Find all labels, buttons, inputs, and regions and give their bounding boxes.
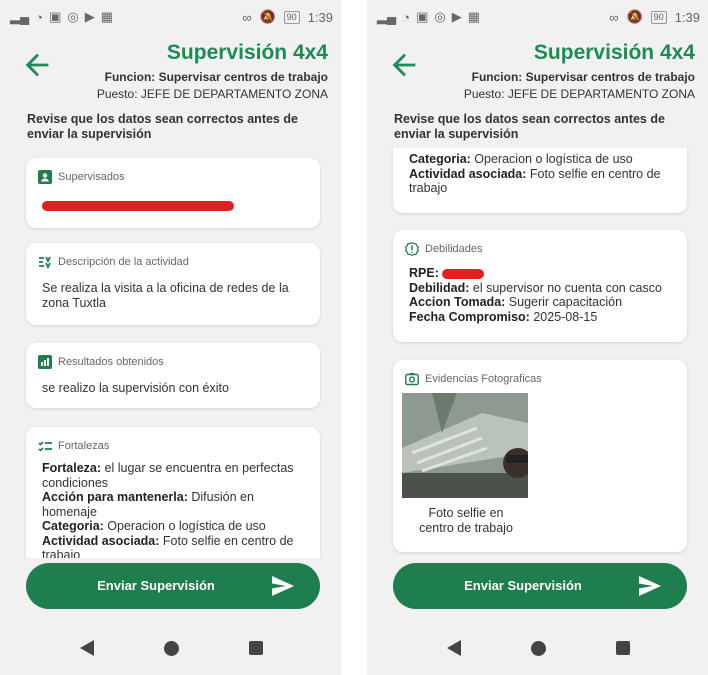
status-bar: ▂▄ ◔ ▣ ◎ ▶ ▦ ∞ 🔕 90 1:39 xyxy=(0,0,341,34)
grid-icon: ▦ xyxy=(100,9,114,24)
checklist-icon xyxy=(38,441,52,452)
battery-icon: 90 xyxy=(283,10,300,24)
redacted-name xyxy=(42,200,234,211)
nav-home-icon[interactable] xyxy=(164,641,179,656)
fortalezas-card: Categoria: Operacion o logística de uso … xyxy=(393,148,687,213)
fortalezas-text: Fortaleza: el lugar se encuentra en perf… xyxy=(42,461,294,558)
mute-icon: 🔕 xyxy=(259,9,276,24)
enviar-supervision-button[interactable]: Enviar Supervisión xyxy=(26,563,320,609)
puesto-label: Puesto: JEFE DE DEPARTAMENTO ZONA xyxy=(463,87,695,101)
selfie-photo-illustration xyxy=(402,393,528,498)
page-title: Supervisión 4x4 xyxy=(166,41,328,64)
back-arrow-icon[interactable] xyxy=(387,48,421,82)
wifi-icon: ◔ xyxy=(402,9,411,25)
phone-screen-right: ▂▄ ◔ ▣ ◎ ▶ ▦ ∞ 🔕 90 1:39 Supervisión 4x4… xyxy=(367,0,708,675)
enviar-supervision-button[interactable]: Enviar Supervisión xyxy=(393,563,687,609)
debilidades-label: Debilidades xyxy=(425,243,483,255)
image-icon: ▣ xyxy=(416,9,429,24)
send-icon xyxy=(272,576,294,596)
instruction-text: Revise que los datos sean correctos ante… xyxy=(394,112,665,141)
photo-caption: Foto selfie en centro de trabajo xyxy=(419,506,513,535)
badge-icon xyxy=(38,170,52,184)
resultados-card: Resultados obtenidos se realizo la super… xyxy=(26,343,320,408)
page-title: Supervisión 4x4 xyxy=(533,41,695,64)
signal-icon: ▂▄ xyxy=(10,9,30,24)
android-nav-bar xyxy=(367,620,708,675)
supervisados-label: Supervisados xyxy=(58,171,125,183)
resultados-label: Resultados obtenidos xyxy=(58,356,164,368)
link-icon: ∞ xyxy=(242,9,252,25)
descripcion-card: Descripción de la actividad Se realiza l… xyxy=(26,243,320,325)
send-icon xyxy=(639,576,661,596)
status-bar: ▂▄ ◔ ▣ ◎ ▶ ▦ ∞ 🔕 90 1:39 xyxy=(367,0,708,34)
wifi-icon: ◔ xyxy=(35,9,44,25)
descripcion-text: Se realiza la visita a la oficina de red… xyxy=(42,281,289,310)
signal-icon: ▂▄ xyxy=(377,9,397,24)
debilidades-text: RPE: Debilidad: el supervisor no cuenta … xyxy=(409,266,662,324)
android-nav-bar xyxy=(0,620,341,675)
youtube-icon: ▶ xyxy=(84,9,95,24)
funcion-label: Funcion: Supervisar centros de trabajo xyxy=(471,70,695,84)
enviar-label: Enviar Supervisión xyxy=(464,578,582,593)
clock: 1:39 xyxy=(674,9,700,25)
back-arrow-icon[interactable] xyxy=(20,48,54,82)
link-icon: ∞ xyxy=(609,9,619,25)
review-scroll-area[interactable]: Supervisados Descripción de la actividad… xyxy=(0,148,341,558)
app-icon: ◎ xyxy=(67,9,79,24)
grid-icon: ▦ xyxy=(467,9,481,24)
mute-icon: 🔕 xyxy=(626,9,643,24)
fortalezas-label: Fortalezas xyxy=(58,440,110,452)
fortalezas-text-tail: Categoria: Operacion o logística de uso … xyxy=(409,152,661,195)
header: Supervisión 4x4 Funcion: Supervisar cent… xyxy=(367,34,708,104)
fortalezas-card: Fortalezas Fortaleza: el lugar se encuen… xyxy=(26,427,320,558)
evidence-photo[interactable] xyxy=(402,393,528,498)
nav-recents-icon[interactable] xyxy=(249,641,263,655)
evidencias-label: Evidencias Fotograficas xyxy=(425,373,542,385)
enviar-label: Enviar Supervisión xyxy=(97,578,215,593)
warning-badge-icon xyxy=(405,242,419,256)
battery-icon: 90 xyxy=(650,10,667,24)
supervisados-card: Supervisados xyxy=(26,158,320,228)
descripcion-label: Descripción de la actividad xyxy=(58,256,189,268)
nav-home-icon[interactable] xyxy=(531,641,546,656)
chart-icon xyxy=(38,355,52,369)
activity-icon xyxy=(39,256,51,269)
instruction-text: Revise que los datos sean correctos ante… xyxy=(27,112,298,141)
image-icon: ▣ xyxy=(49,9,62,24)
review-scroll-area[interactable]: Categoria: Operacion o logística de uso … xyxy=(367,148,708,558)
nav-recents-icon[interactable] xyxy=(616,641,630,655)
debilidades-card: Debilidades RPE: Debilidad: el superviso… xyxy=(393,230,687,342)
header: Supervisión 4x4 Funcion: Supervisar cent… xyxy=(0,34,341,104)
app-icon: ◎ xyxy=(434,9,446,24)
puesto-label: Puesto: JEFE DE DEPARTAMENTO ZONA xyxy=(96,87,328,101)
evidencias-card: Evidencias Fotograficas Foto selfie en c… xyxy=(393,360,687,552)
resultados-text: se realizo la supervisión con éxito xyxy=(42,381,229,395)
clock: 1:39 xyxy=(307,9,333,25)
phone-screen-left: ▂▄ ◔ ▣ ◎ ▶ ▦ ∞ 🔕 90 1:39 Supervisión 4x4… xyxy=(0,0,341,675)
nav-back-icon[interactable] xyxy=(447,640,461,656)
youtube-icon: ▶ xyxy=(451,9,462,24)
funcion-label: Funcion: Supervisar centros de trabajo xyxy=(104,70,328,84)
camera-icon xyxy=(405,373,419,386)
redacted-rpe xyxy=(442,268,485,279)
nav-back-icon[interactable] xyxy=(80,640,94,656)
